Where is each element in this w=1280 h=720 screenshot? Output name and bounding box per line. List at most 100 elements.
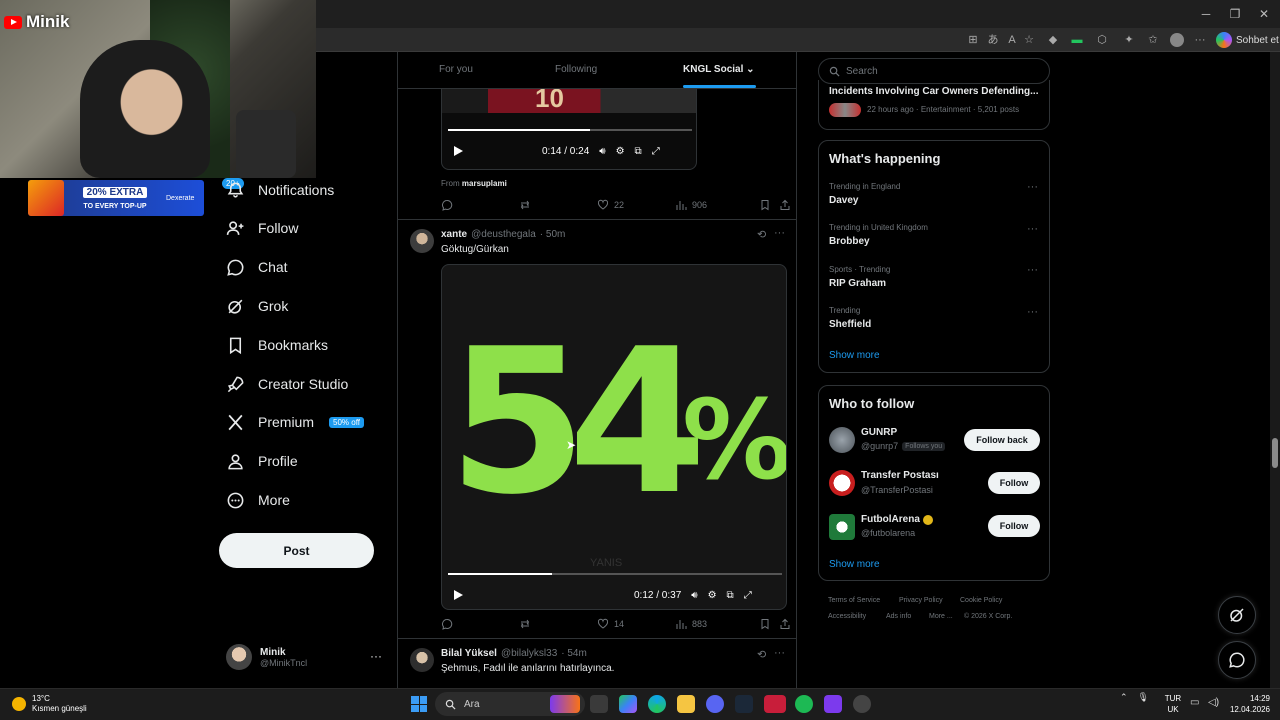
more-dots-icon[interactable]: ···	[1027, 264, 1038, 276]
play-icon[interactable]	[452, 145, 464, 157]
post-time[interactable]: · 54m	[561, 648, 587, 659]
post-author[interactable]: xante	[441, 229, 467, 240]
video-player[interactable]: 5 4 % YANIS 0:12 / 0:37 🔊︎ ⚙︎ ⧉ ⤢	[441, 264, 787, 610]
post-button[interactable]: Post	[219, 533, 374, 568]
footer-link[interactable]: More ...	[929, 613, 953, 620]
weather-widget[interactable]: 13°C Kısmen güneşli	[12, 694, 87, 714]
chatgpt-icon[interactable]	[853, 695, 871, 713]
share-button[interactable]	[779, 618, 791, 630]
footer-link[interactable]: Terms of Service	[828, 597, 880, 604]
close-icon[interactable]: ✕	[1256, 6, 1272, 22]
minimize-icon[interactable]: ─	[1198, 6, 1214, 22]
volume-icon[interactable]: ◁)	[1208, 697, 1219, 708]
video-progress-bar[interactable]	[448, 129, 692, 131]
settings-icon[interactable]: ⚙︎	[708, 590, 717, 601]
post-author[interactable]: Bilal Yüksel	[441, 648, 497, 659]
nav-item-follow[interactable]: Follow	[226, 213, 298, 243]
microphone-icon[interactable]: 🎙︎	[1138, 692, 1149, 703]
footer-link[interactable]: Privacy Policy	[899, 597, 943, 604]
fullscreen-icon[interactable]: ⤢	[744, 590, 752, 601]
follow-back-button[interactable]: Follow back	[964, 429, 1040, 451]
steam-icon[interactable]	[735, 695, 753, 713]
user-name[interactable]: Transfer Postası	[861, 470, 939, 481]
extensions-puzzle-icon[interactable]: ✦	[1122, 33, 1136, 47]
nav-item-premium[interactable]: Premium 50% off	[226, 407, 364, 437]
read-aloud-icon[interactable]: A	[1005, 33, 1019, 47]
copilot-app-icon[interactable]	[619, 695, 637, 713]
messages-fab[interactable]	[1218, 641, 1256, 679]
show-more-link[interactable]: Show more	[829, 350, 880, 361]
favorite-star-icon[interactable]: ☆	[1022, 33, 1036, 47]
grok-explain-icon[interactable]: ⟲	[757, 228, 766, 241]
nav-item-bookmarks[interactable]: Bookmarks	[226, 330, 328, 360]
post-handle[interactable]: @bilalyksl33	[501, 648, 557, 659]
translate-icon[interactable]: あ	[986, 33, 1000, 47]
pip-icon[interactable]: ⧉	[727, 590, 734, 601]
user-name[interactable]: GUNRP	[861, 427, 897, 438]
show-more-link[interactable]: Show more	[829, 559, 880, 570]
obs-icon[interactable]	[824, 695, 842, 713]
post-time[interactable]: · 50m	[540, 229, 566, 240]
more-dots-icon[interactable]: ···	[774, 227, 785, 239]
apps-icon[interactable]: ⊞	[966, 33, 980, 47]
tab-kngl-social[interactable]: KNGL Social ⌄	[683, 64, 755, 75]
bookmark-button[interactable]	[759, 618, 779, 630]
task-view-icon[interactable]	[590, 695, 608, 713]
search-highlight-icon[interactable]	[550, 695, 580, 713]
follow-button[interactable]: Follow	[988, 515, 1040, 537]
avatar[interactable]	[829, 514, 855, 540]
bookmark-button[interactable]	[759, 199, 779, 211]
reply-button[interactable]	[441, 618, 519, 630]
grok-explain-icon[interactable]: ⟲	[757, 648, 766, 661]
avatar[interactable]	[829, 470, 855, 496]
language-indicator[interactable]: TUR UK	[1164, 693, 1182, 715]
nav-item-chat[interactable]: Chat	[226, 252, 288, 282]
footer-link[interactable]: Cookie Policy	[960, 597, 1002, 604]
nav-item-profile[interactable]: Profile	[226, 446, 298, 476]
post-handle[interactable]: @deusthegala	[471, 229, 536, 240]
settings-icon[interactable]: ⚙︎	[616, 146, 625, 157]
video-progress-bar[interactable]	[448, 573, 782, 575]
volume-icon[interactable]: 🔊︎	[691, 590, 697, 601]
more-dots-icon[interactable]: ···	[1027, 223, 1038, 235]
grok-fab[interactable]	[1218, 596, 1256, 634]
video-source-user[interactable]: marsuplami	[462, 179, 507, 188]
active-app-icon[interactable]	[764, 695, 786, 713]
network-icon[interactable]: ▭	[1190, 697, 1199, 708]
repost-button[interactable]	[519, 618, 597, 630]
windows-start-icon[interactable]	[411, 696, 427, 712]
tab-following[interactable]: Following	[555, 64, 597, 75]
trend-card[interactable]: Incidents Involving Car Owners Defending…	[818, 80, 1050, 130]
reply-button[interactable]	[441, 199, 519, 211]
extension-green-icon[interactable]: ▬	[1070, 33, 1084, 47]
copilot-button[interactable]: Sohbet et	[1216, 31, 1279, 49]
account-switcher[interactable]: Minik @MinikTncl ···	[226, 641, 386, 673]
avatar[interactable]	[410, 648, 434, 672]
more-dots-icon[interactable]: ···	[1027, 181, 1038, 193]
chevron-up-icon[interactable]: ⌃	[1120, 692, 1128, 703]
more-dots-icon[interactable]: ···	[1027, 306, 1038, 318]
footer-link[interactable]: Ads info	[886, 613, 911, 620]
favorites-icon[interactable]: ✩	[1146, 33, 1160, 47]
browser-menu-icon[interactable]: ···	[1193, 33, 1207, 47]
nav-item-notifications[interactable]: Notifications	[226, 175, 334, 205]
spotify-icon[interactable]	[795, 695, 813, 713]
like-button[interactable]: 22	[597, 199, 675, 211]
extension-shield-icon[interactable]: ⬡	[1095, 33, 1109, 47]
share-button[interactable]	[779, 199, 791, 211]
file-explorer-icon[interactable]	[677, 695, 695, 713]
views-button[interactable]: 883	[675, 618, 759, 630]
maximize-icon[interactable]: ❐	[1227, 6, 1243, 22]
extension-icon[interactable]: ◆	[1046, 33, 1060, 47]
tab-for-you[interactable]: For you	[439, 64, 473, 75]
views-button[interactable]: 906	[675, 199, 759, 211]
discord-icon[interactable]	[706, 695, 724, 713]
fullscreen-icon[interactable]: ⤢	[652, 146, 660, 157]
follow-button[interactable]: Follow	[988, 472, 1040, 494]
taskbar-clock[interactable]: 14:29 12.04.2026	[1226, 693, 1270, 715]
footer-link[interactable]: Accessibility	[828, 613, 866, 620]
edge-browser-icon[interactable]	[648, 695, 666, 713]
play-icon[interactable]	[452, 589, 464, 601]
user-name[interactable]: FutbolArena	[861, 514, 933, 525]
volume-icon[interactable]: 🔊︎	[599, 146, 605, 157]
